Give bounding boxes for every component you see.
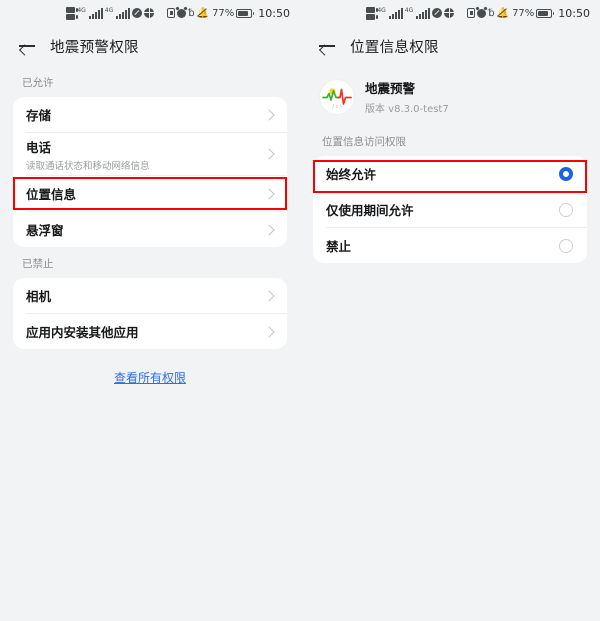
- permission-subtitle: 读取通话状态和移动网络信息: [26, 160, 150, 172]
- section-label-allowed: 已允许: [22, 77, 54, 89]
- bell-muted-icon: 🔔: [196, 7, 210, 19]
- signal-bars-icon-1: [88, 7, 103, 19]
- permission-title: 位置信息: [26, 187, 77, 202]
- battery-icon: [236, 8, 255, 18]
- left-app-bar: 地震预警权限: [0, 26, 300, 66]
- dual-sim-icon: [366, 6, 379, 20]
- globe-icon: [444, 8, 455, 18]
- view-all-permissions-link[interactable]: 查看所有权限: [114, 371, 186, 385]
- bluetooth-icon: ␢: [188, 7, 195, 19]
- signal-bars-icon-2: [416, 7, 431, 19]
- clock-label: 10:50: [558, 6, 590, 20]
- dual-sim-icon: [66, 6, 79, 20]
- alarm-icon: [177, 8, 187, 18]
- app-meta: 地震预警 版本 v8.3.0-test7: [365, 78, 449, 115]
- do-not-disturb-icon: [432, 8, 443, 18]
- app-version-label: 版本 v8.3.0-test7: [365, 104, 449, 115]
- chevron-right-icon: [263, 187, 275, 200]
- chevron-right-icon: [263, 325, 275, 338]
- do-not-disturb-icon: [132, 8, 143, 18]
- location-options-card: 始终允许 仅使用期间允许 禁止: [313, 156, 587, 263]
- option-row-deny[interactable]: 禁止: [313, 228, 587, 263]
- denied-permissions-card: 相机 应用内安装其他应用: [13, 278, 287, 349]
- network-type-label-2: 4G: [104, 6, 114, 14]
- right-app-bar: 位置信息权限: [300, 26, 600, 66]
- signal-bars-icon-1: [388, 7, 403, 19]
- app-name-label: 地震预警: [365, 81, 416, 96]
- signal-bars-icon-2: [116, 7, 131, 19]
- network-type-label-2: 4G: [404, 6, 414, 14]
- bell-muted-icon: 🔔: [496, 7, 510, 19]
- chevron-right-icon: [263, 223, 275, 236]
- page-title: 位置信息权限: [350, 39, 439, 56]
- allowed-permissions-card: 存储 电话 读取通话状态和移动网络信息 位置信息 悬浮窗: [13, 97, 287, 247]
- earthquake-warning-app-icon: / c \: [320, 79, 354, 114]
- battery-icon: [536, 8, 555, 18]
- vpn-icon: [467, 8, 476, 18]
- battery-percent-label: 77%: [212, 7, 235, 19]
- chevron-right-icon: [263, 148, 275, 160]
- system-icons-group: ␢ 🔔 77%: [167, 7, 255, 19]
- option-label: 仅使用期间允许: [326, 203, 414, 218]
- permission-row-install-apps[interactable]: 应用内安装其他应用: [13, 314, 287, 349]
- option-row-always-allow[interactable]: 始终允许: [313, 156, 587, 191]
- right-content: 位置信息访问权限 始终允许 仅使用期间允许 禁止: [300, 125, 600, 263]
- chevron-right-icon: [263, 289, 275, 302]
- back-arrow-icon[interactable]: [18, 37, 36, 55]
- status-bar-left: 4G 4G ␢ 🔔 77% 10:50: [0, 0, 300, 26]
- network-type-label-1: 4G: [377, 6, 386, 14]
- clock-label: 10:50: [258, 6, 290, 20]
- option-row-while-using[interactable]: 仅使用期间允许: [313, 192, 587, 227]
- option-label: 禁止: [326, 239, 352, 254]
- chevron-right-icon: [263, 108, 275, 121]
- sim-signal-group: 4G 4G: [66, 6, 155, 20]
- globe-icon: [144, 8, 155, 18]
- permission-row-storage[interactable]: 存储: [13, 97, 287, 132]
- dual-panel-container: 4G 4G ␢ 🔔 77% 10:50 地震预警权限 已允许 存储 电话 读取通…: [0, 0, 600, 385]
- battery-percent-label: 77%: [512, 7, 535, 19]
- right-panel-location-permission: 4G 4G ␢ 🔔 77% 10:50 位置信息权限 / c \ 地震预警 版本…: [300, 0, 600, 380]
- permission-row-location[interactable]: 位置信息: [13, 176, 287, 211]
- permission-title: 存储: [26, 108, 52, 123]
- permission-row-phone[interactable]: 电话 读取通话状态和移动网络信息: [13, 133, 287, 175]
- network-type-label-1: 4G: [77, 6, 86, 14]
- vpn-icon: [167, 8, 176, 18]
- back-arrow-icon[interactable]: [318, 37, 336, 55]
- permission-title: 悬浮窗: [26, 223, 64, 238]
- screenshot-root: 4G 4G ␢ 🔔 77% 10:50 地震预警权限 已允许 存储 电话 读取通…: [0, 0, 600, 621]
- radio-button-while-using[interactable]: [559, 202, 573, 217]
- status-bar-right: 4G 4G ␢ 🔔 77% 10:50: [300, 0, 600, 26]
- app-header: / c \ 地震预警 版本 v8.3.0-test7: [300, 66, 600, 125]
- sim-signal-group: 4G 4G: [366, 6, 455, 20]
- permission-title: 电话: [26, 139, 52, 155]
- left-panel-app-permissions: 4G 4G ␢ 🔔 77% 10:50 地震预警权限 已允许 存储 电话 读取通…: [0, 0, 300, 385]
- alarm-icon: [477, 8, 487, 18]
- radio-button-always-allow[interactable]: [559, 166, 573, 181]
- left-content: 已允许 存储 电话 读取通话状态和移动网络信息 位置信息 悬浮窗 已禁止 相机 …: [0, 66, 300, 386]
- page-title: 地震预警权限: [50, 39, 139, 56]
- permission-row-floating-window[interactable]: 悬浮窗: [13, 212, 287, 247]
- system-icons-group: ␢ 🔔 77%: [467, 7, 555, 19]
- section-label-location-access: 位置信息访问权限: [322, 136, 406, 148]
- permission-title: 应用内安装其他应用: [26, 325, 139, 340]
- permission-title: 相机: [26, 289, 52, 304]
- all-permissions-link-wrap: 查看所有权限: [13, 349, 287, 386]
- svg-text:/ c \: / c \: [332, 104, 342, 110]
- radio-button-deny[interactable]: [559, 238, 573, 253]
- permission-row-camera[interactable]: 相机: [13, 278, 287, 313]
- option-label: 始终允许: [326, 167, 377, 182]
- section-label-denied: 已禁止: [22, 258, 54, 270]
- bluetooth-icon: ␢: [488, 7, 495, 19]
